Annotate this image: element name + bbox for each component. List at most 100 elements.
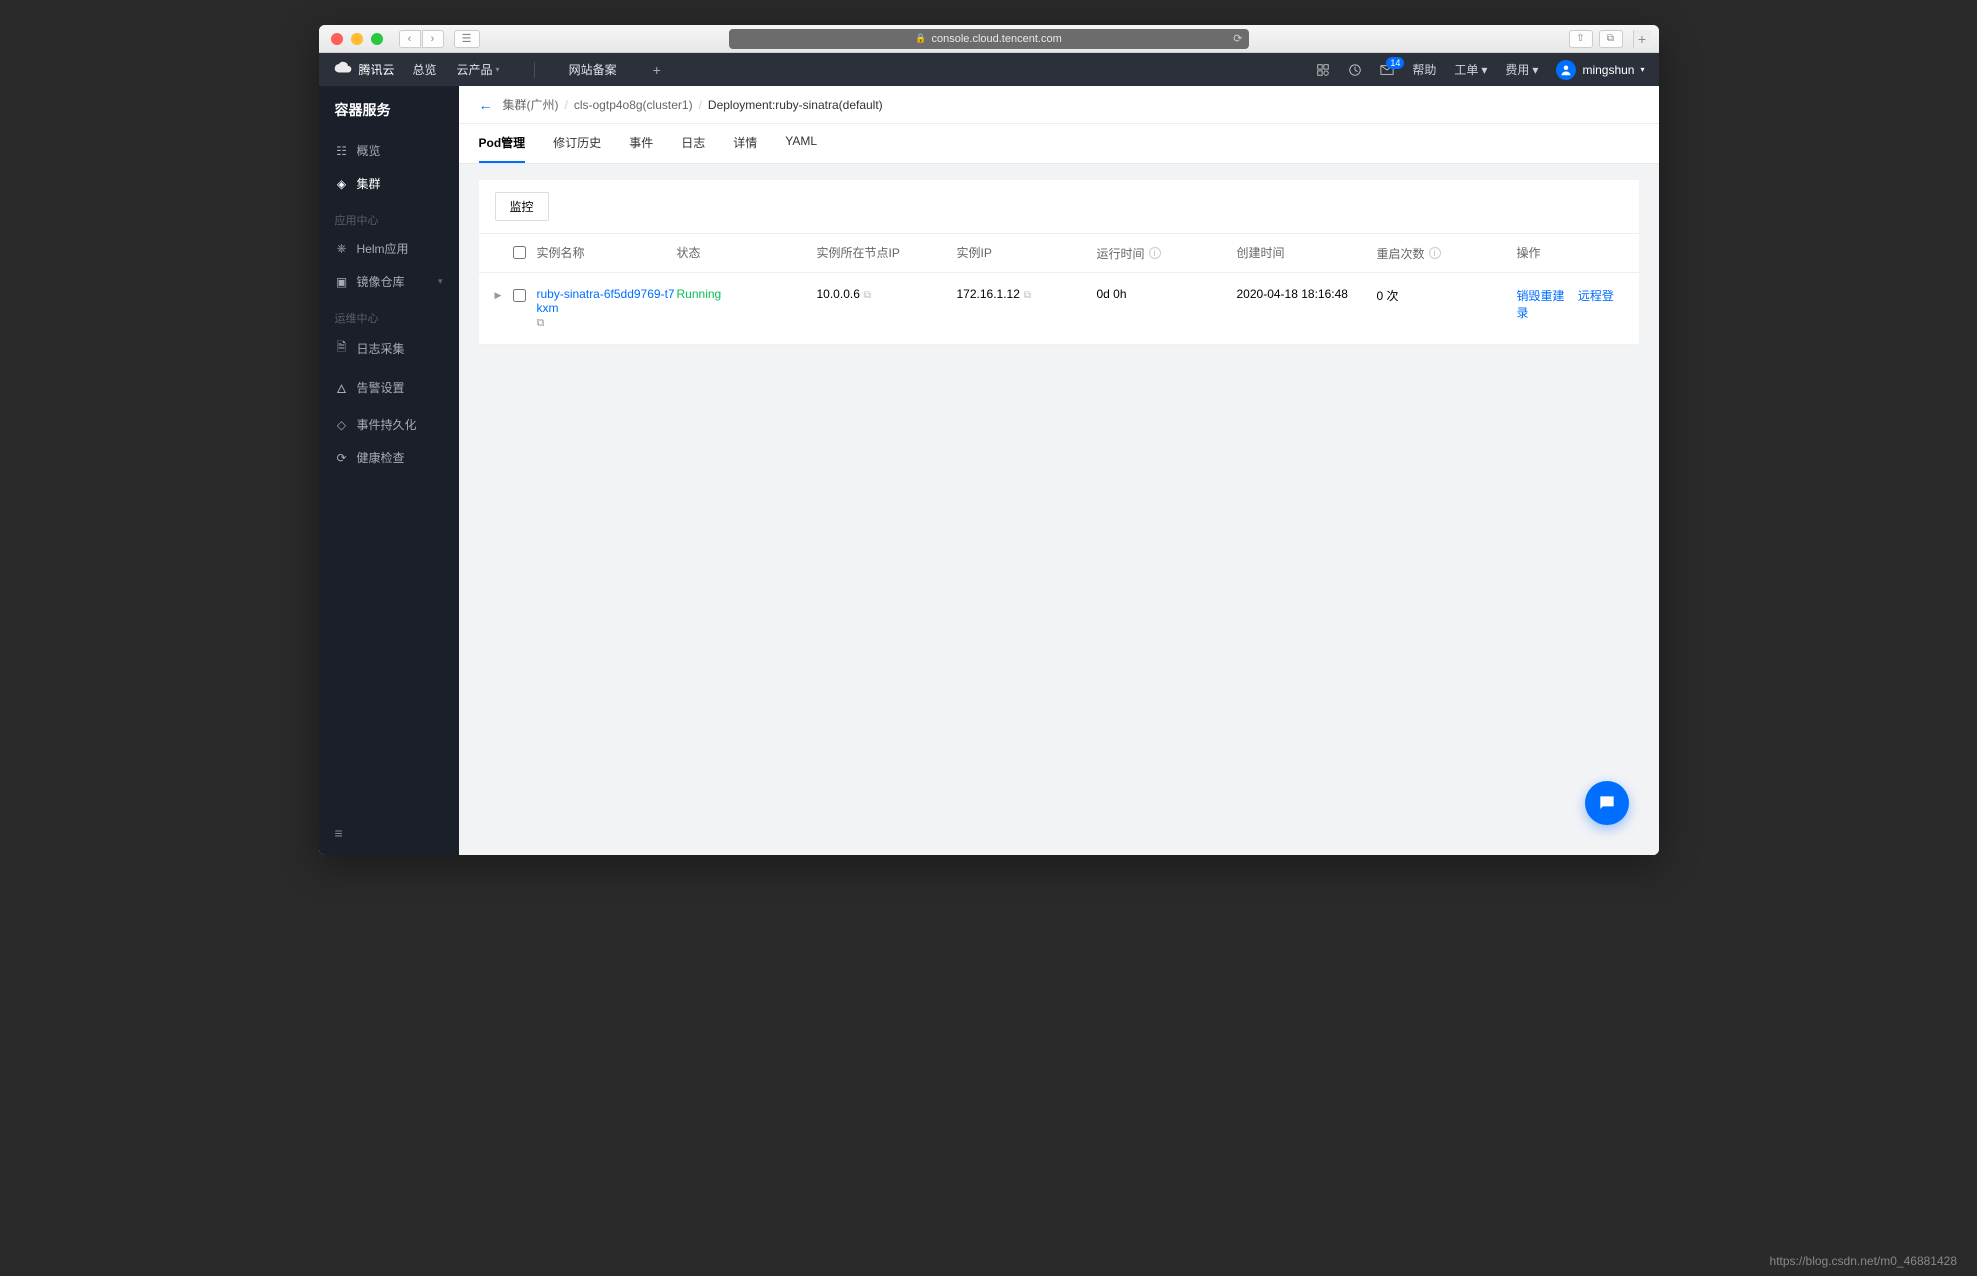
sidebar-helm[interactable]: ⎈ Helm应用 [319,232,459,265]
sidebar-logs[interactable]: 🗎 日志采集 [319,330,459,367]
chevron-down-icon: ▾ [1481,63,1487,77]
sidebar-section-ops: 运维中心 [319,298,459,330]
lock-icon: 🔒 [915,33,926,44]
tab-pods[interactable]: Pod管理 [479,124,526,163]
checkbox-all[interactable] [513,246,526,259]
th-status: 状态 [677,244,817,262]
cluster-icon: ◈ [335,177,349,191]
cell-podip: 172.16.1.12⧉ [957,287,1097,301]
breadcrumb-cluster[interactable]: cls-ogtp4o8g(cluster1) [574,98,693,112]
th-name: 实例名称 [537,244,677,262]
sidebar-section-app: 应用中心 [319,200,459,232]
breadcrumb-back[interactable]: ← [479,97,493,113]
url-text: console.cloud.tencent.com [931,33,1061,45]
sidebar-title: 容器服务 [319,86,459,134]
pods-card: 监控 实例名称 状态 实例所在节点IP 实例IP 运行时间i 创建时间 [479,180,1639,345]
tab-revisions[interactable]: 修订历史 [553,124,601,163]
expand-row[interactable]: ▶ [495,287,513,301]
mail-badge: 14 [1386,57,1404,69]
chevron-down-icon: ▾ [1532,63,1538,77]
image-icon: ▣ [335,275,349,289]
brand-logo[interactable]: 腾讯云 [333,60,395,80]
table-header: 实例名称 状态 实例所在节点IP 实例IP 运行时间i 创建时间 重启次数i 操… [479,233,1639,273]
nav-divider [534,62,535,78]
toolbox-icon[interactable] [1316,63,1330,77]
pods-table: 实例名称 状态 实例所在节点IP 实例IP 运行时间i 创建时间 重启次数i 操… [479,233,1639,345]
sidebar-overview[interactable]: ☷ 概览 [319,134,459,167]
pod-name-link[interactable]: ruby-sinatra-6f5dd9769-t7kxm [537,287,675,315]
breadcrumb-current: Deployment:ruby-sinatra(default) [708,98,883,112]
mail-icon[interactable]: 14 [1380,63,1394,77]
window-close[interactable] [331,33,343,45]
url-bar[interactable]: 🔒 console.cloud.tencent.com ⟳ [729,29,1249,49]
nav-products[interactable]: 云产品▾ [457,61,500,78]
info-icon[interactable]: i [1429,247,1441,259]
th-restarts: 重启次数i [1377,244,1517,262]
window-minimize[interactable] [351,33,363,45]
sidebar-persist[interactable]: ◇ 事件持久化 [319,408,459,441]
sidebar-health[interactable]: ⟳ 健康检查 [319,441,459,474]
browser-forward[interactable]: › [422,30,444,48]
cell-runtime: 0d 0h [1097,287,1237,301]
nav-beian[interactable]: 网站备案 [569,61,617,78]
monitor-button[interactable]: 监控 [495,192,549,221]
cell-status: Running [677,287,817,301]
chevron-down-icon: ▾ [496,65,500,74]
tab-yaml[interactable]: YAML [785,124,817,163]
th-runtime: 运行时间i [1097,244,1237,262]
table-row: ▶ ruby-sinatra-6f5dd9769-t7kxm ⧉ Running… [479,273,1639,345]
nav-overview[interactable]: 总览 [413,61,437,78]
copy-icon[interactable]: ⧉ [1024,290,1031,301]
health-icon: ⟳ [335,451,349,465]
tab-logs[interactable]: 日志 [681,124,705,163]
username: mingshun [1582,63,1634,77]
share-icon[interactable]: ⇧ [1569,30,1593,48]
sidebar-image-repo[interactable]: ▣ 镜像仓库 ▾ [319,265,459,298]
copy-icon[interactable]: ⧉ [864,290,871,301]
user-menu[interactable]: mingshun ▾ [1556,60,1644,80]
info-icon[interactable]: i [1149,247,1161,259]
action-destroy-recreate[interactable]: 销毁重建 [1517,289,1565,303]
sidebar: 容器服务 ☷ 概览 ◈ 集群 应用中心 ⎈ Helm应用 ▣ 镜像仓库 ▾ 运维… [319,86,459,855]
th-ctime: 创建时间 [1237,244,1377,262]
sidebar-cluster[interactable]: ◈ 集群 [319,167,459,200]
avatar [1556,60,1576,80]
chevron-down-icon: ▾ [1640,65,1644,74]
th-nodeip: 实例所在节点IP [817,244,957,262]
main-content: ← 集群(广州) / cls-ogtp4o8g(cluster1) / Depl… [459,86,1659,855]
tabs: Pod管理 修订历史 事件 日志 详情 YAML [459,124,1659,164]
checkbox-row[interactable] [513,289,526,302]
console-header: 腾讯云 总览 云产品▾ 网站备案 + 14 帮助 工单▾ 费用▾ mingshu… [319,53,1659,86]
sidebar-alarm[interactable]: 🜂 告警设置 [319,367,459,408]
persist-icon: ◇ [335,418,349,432]
copy-icon[interactable]: ⧉ [537,317,545,330]
fee-menu[interactable]: 费用▾ [1505,61,1538,78]
browser-back[interactable]: ‹ [399,30,421,48]
sidebar-collapse[interactable]: ≡ [335,825,343,841]
tabs-icon[interactable]: ⧉ [1599,30,1623,48]
cell-restarts: 0 次 [1377,287,1517,304]
clock-icon[interactable] [1348,63,1362,77]
reload-icon[interactable]: ⟳ [1233,32,1242,45]
chat-fab[interactable] [1585,781,1629,825]
tab-details[interactable]: 详情 [733,124,757,163]
brand-text: 腾讯云 [359,61,395,78]
th-ops: 操作 [1517,244,1623,262]
browser-sidebar-toggle[interactable]: ☰ [454,30,480,48]
window-maximize[interactable] [371,33,383,45]
cell-ops: 销毁重建 远程登录 [1517,287,1623,321]
breadcrumb: ← 集群(广州) / cls-ogtp4o8g(cluster1) / Depl… [459,86,1659,124]
th-podip: 实例IP [957,244,1097,262]
cell-name: ruby-sinatra-6f5dd9769-t7kxm ⧉ [537,287,677,330]
help-link[interactable]: 帮助 [1412,61,1436,78]
cell-nodeip: 10.0.0.6⧉ [817,287,957,301]
nav-add[interactable]: + [653,62,661,78]
mac-titlebar: ‹ › ☰ 🔒 console.cloud.tencent.com ⟳ ⇧ ⧉ … [319,25,1659,53]
log-icon: 🗎 [335,338,349,359]
alarm-icon: 🜂 [335,375,349,400]
breadcrumb-region[interactable]: 集群(广州) [503,96,559,113]
tab-events[interactable]: 事件 [629,124,653,163]
cell-ctime: 2020-04-18 18:16:48 [1237,287,1377,301]
new-tab[interactable]: + [1633,30,1651,48]
work-order-menu[interactable]: 工单▾ [1454,61,1487,78]
